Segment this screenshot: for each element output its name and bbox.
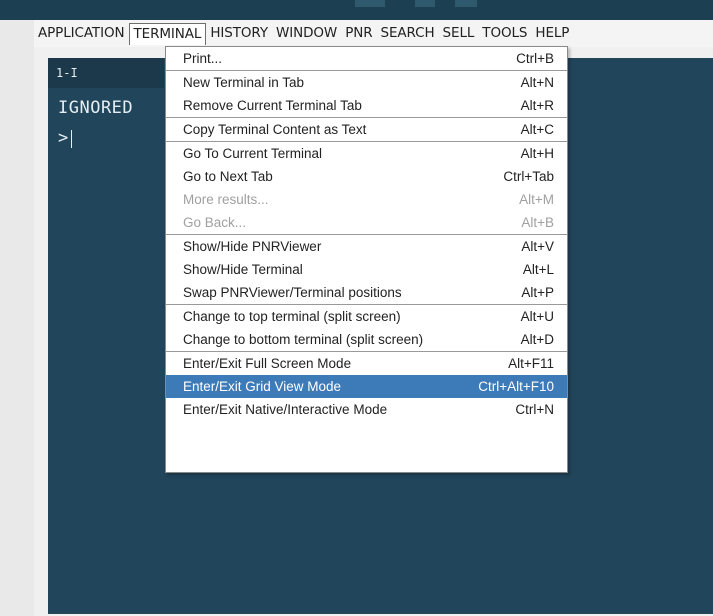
menu-item-enter-exit-grid-view-mode[interactable]: Enter/Exit Grid View Mode Ctrl+Alt+F10 bbox=[166, 375, 567, 398]
menu-item-remove-current-terminal-tab[interactable]: Remove Current Terminal Tab Alt+R bbox=[166, 94, 567, 117]
menu-item-shortcut: Alt+N bbox=[520, 75, 554, 90]
menu-window[interactable]: WINDOW bbox=[272, 23, 341, 44]
menu-application[interactable]: APPLICATION bbox=[34, 23, 129, 44]
menu-item-shortcut: Ctrl+Tab bbox=[503, 169, 554, 184]
menu-item-more-results[interactable]: More results... Alt+M bbox=[166, 188, 567, 211]
menu-item-label: Change to bottom terminal (split screen) bbox=[183, 332, 424, 347]
menu-item-shortcut: Ctrl+N bbox=[515, 402, 554, 417]
menu-item-shortcut: Alt+D bbox=[520, 332, 554, 347]
menu-sell[interactable]: SELL bbox=[439, 23, 479, 44]
menu-history[interactable]: HISTORY bbox=[206, 23, 272, 44]
menu-item-shortcut: Ctrl+Alt+F10 bbox=[478, 379, 554, 394]
menu-item-label: Remove Current Terminal Tab bbox=[183, 98, 362, 113]
menu-item-label: Show/Hide PNRViewer bbox=[183, 239, 322, 254]
menu-item-shortcut: Alt+F11 bbox=[508, 356, 554, 371]
terminal-prompt: > bbox=[58, 128, 69, 148]
menu-item-label: Show/Hide Terminal bbox=[183, 262, 303, 277]
menu-item-swap-pnrviewer-terminal-positions[interactable]: Swap PNRViewer/Terminal positions Alt+P bbox=[166, 281, 567, 304]
terminal-tab[interactable]: 1-I bbox=[48, 58, 164, 88]
title-bar-decoration bbox=[355, 0, 505, 7]
menu-item-label: Enter/Exit Native/Interactive Mode bbox=[183, 402, 388, 417]
menu-pnr[interactable]: PNR bbox=[341, 23, 376, 44]
menu-item-label: Go to Next Tab bbox=[183, 169, 273, 184]
menu-item-label: Enter/Exit Full Screen Mode bbox=[183, 356, 352, 371]
menu-item-label: Copy Terminal Content as Text bbox=[183, 122, 367, 137]
menu-item-go-to-current-terminal[interactable]: Go To Current Terminal Alt+H bbox=[166, 142, 567, 165]
menu-item-shortcut: Ctrl+B bbox=[516, 51, 554, 66]
menu-tools[interactable]: TOOLS bbox=[478, 23, 531, 44]
menu-item-enter-exit-native-interactive-mode[interactable]: Enter/Exit Native/Interactive Mode Ctrl+N bbox=[166, 398, 567, 421]
terminal-menu-dropdown: Print... Ctrl+B New Terminal in Tab Alt+N Re… bbox=[165, 46, 568, 473]
menu-bar: APPLICATION TERMINAL HISTORY WINDOW PNR SEARC… bbox=[34, 20, 713, 47]
left-gutter bbox=[0, 20, 34, 616]
menu-item-label: Swap PNRViewer/Terminal positions bbox=[183, 285, 402, 300]
menu-item-go-back[interactable]: Go Back... Alt+B bbox=[166, 211, 567, 234]
menu-item-shortcut: Alt+M bbox=[519, 192, 554, 207]
menu-item-print[interactable]: Print... Ctrl+B bbox=[166, 47, 567, 70]
menu-item-label: Go Back... bbox=[183, 215, 247, 230]
menu-item-new-terminal-in-tab[interactable]: New Terminal in Tab Alt+N bbox=[166, 71, 567, 94]
menu-item-show-hide-terminal[interactable]: Show/Hide Terminal Alt+L bbox=[166, 258, 567, 281]
menu-item-label: Change to top terminal (split screen) bbox=[183, 309, 401, 324]
menu-item-shortcut: Alt+V bbox=[521, 239, 554, 254]
menu-item-change-to-top-terminal-split-screen[interactable]: Change to top terminal (split screen) Alt… bbox=[166, 305, 567, 328]
menu-item-change-to-bottom-terminal-split-screen[interactable]: Change to bottom terminal (split screen)… bbox=[166, 328, 567, 351]
menu-item-enter-exit-full-screen-mode[interactable]: Enter/Exit Full Screen Mode Alt+F11 bbox=[166, 352, 567, 375]
menu-item-go-to-next-tab[interactable]: Go to Next Tab Ctrl+Tab bbox=[166, 165, 567, 188]
menu-item-shortcut: Alt+R bbox=[520, 98, 554, 113]
menu-item-shortcut: Alt+L bbox=[522, 262, 554, 277]
menu-item-label: New Terminal in Tab bbox=[183, 75, 305, 90]
menu-help[interactable]: HELP bbox=[531, 23, 573, 44]
menu-item-shortcut: Alt+B bbox=[521, 215, 554, 230]
menu-terminal[interactable]: TERMINAL bbox=[128, 23, 207, 45]
menu-item-label: Go To Current Terminal bbox=[183, 146, 323, 161]
menu-search[interactable]: SEARCH bbox=[377, 23, 439, 44]
menu-item-copy-terminal-content-as-text[interactable]: Copy Terminal Content as Text Alt+C bbox=[166, 118, 567, 141]
window-title-bar bbox=[0, 0, 713, 20]
terminal-output-line: IGNORED bbox=[58, 98, 134, 118]
menu-item-shortcut: Alt+P bbox=[521, 285, 554, 300]
menu-item-shortcut: Alt+U bbox=[520, 309, 554, 324]
menu-item-label: More results... bbox=[183, 192, 269, 207]
menu-item-show-hide-pnrviewer[interactable]: Show/Hide PNRViewer Alt+V bbox=[166, 235, 567, 258]
text-cursor bbox=[71, 130, 72, 148]
menu-item-label: Enter/Exit Grid View Mode bbox=[183, 379, 342, 394]
menu-item-shortcut: Alt+H bbox=[520, 146, 554, 161]
menu-item-shortcut: Alt+C bbox=[520, 122, 554, 137]
menu-item-label: Print... bbox=[183, 51, 223, 66]
